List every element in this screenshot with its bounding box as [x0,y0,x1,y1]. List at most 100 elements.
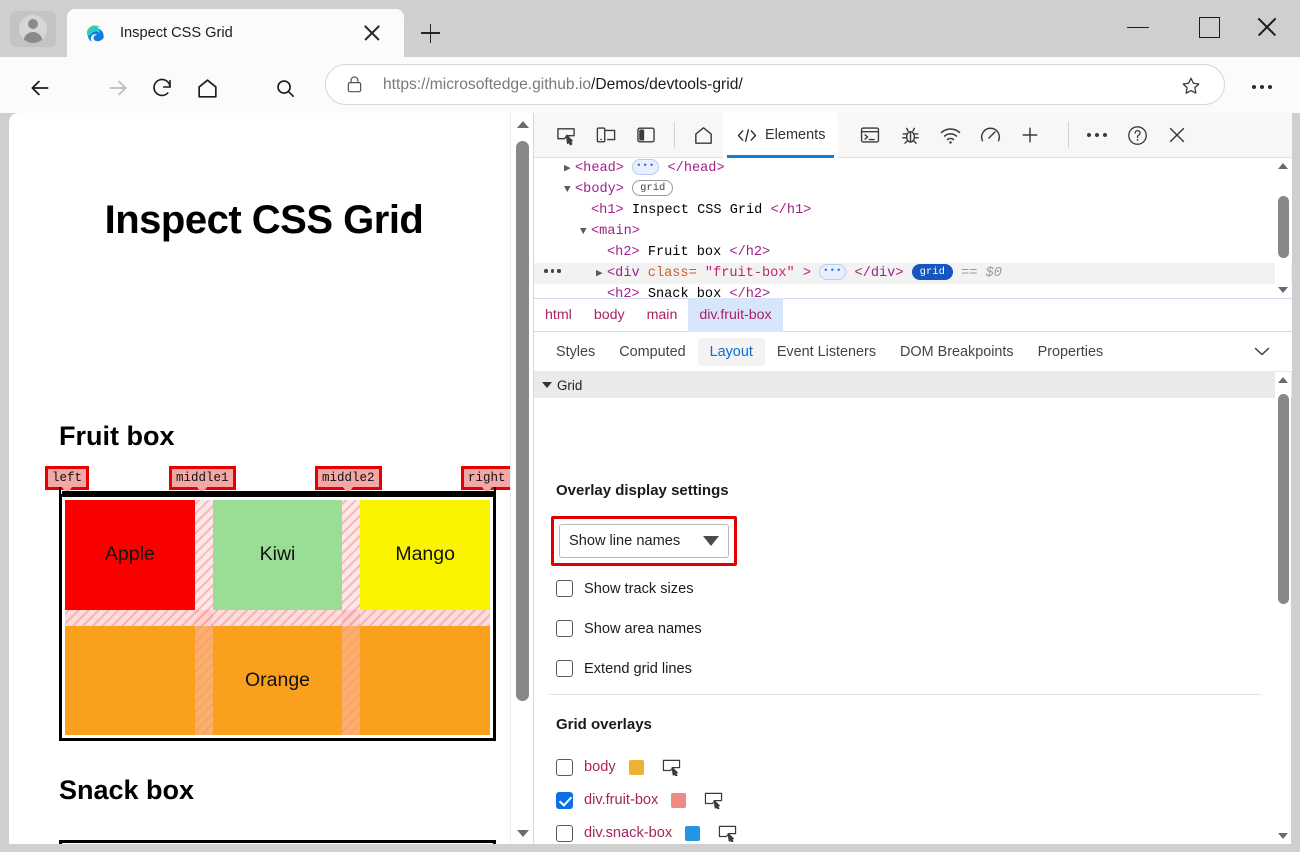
grid-column-gap [194,500,213,735]
overlay-row-snack-box[interactable]: div.snack-box [556,824,738,842]
dom-tree[interactable]: ▶ <head> ••• </head> ▼ <body> grid <h1> In… [534,158,1292,298]
triangle-down-icon[interactable]: ▼ [564,180,575,201]
breadcrumb-item-div-fruit-box[interactable]: div.fruit-box [688,298,783,332]
window-maximize-button[interactable] [1185,11,1231,43]
chevron-down-icon[interactable] [1252,344,1272,358]
color-swatch[interactable] [671,792,687,808]
fruit-box-tracks: Apple Kiwi Mango Orange [65,500,490,735]
tab-layout[interactable]: Layout [697,337,765,366]
scroll-down-icon[interactable] [511,822,534,844]
grid-section-header[interactable]: Grid [534,372,1292,398]
reload-icon[interactable] [140,66,184,110]
help-icon[interactable] [1117,115,1157,155]
scroll-up-icon[interactable] [511,113,534,135]
expand-children-icon[interactable]: ••• [819,264,847,281]
grid-line-label-right: right [461,466,513,494]
checkbox-box[interactable] [556,580,573,597]
dom-tag: <main> [591,224,640,239]
ellipsis-icon[interactable] [1245,72,1279,102]
overlay-row-fruit-box[interactable]: div.fruit-box [556,791,724,809]
window-minimize-button[interactable] [1115,11,1161,43]
tab-dom-breakpoints[interactable]: DOM Breakpoints [888,338,1026,366]
new-tab-button[interactable] [413,18,447,48]
dom-tree-row[interactable]: <h2> Fruit box </h2> [534,242,1292,263]
triangle-right-icon[interactable]: ▶ [596,264,607,285]
dom-tree-row[interactable]: ▶ <head> ••• </head> [534,158,1292,179]
grid-line-label-text: middle1 [172,469,233,487]
tab-event-listeners[interactable]: Event Listeners [765,338,888,366]
tab-computed[interactable]: Computed [607,338,697,366]
dom-tree-row[interactable]: <h2> Snack box </h2> [534,284,1292,298]
scroll-up-icon[interactable] [1275,158,1291,174]
debugger-icon[interactable] [890,115,930,155]
breadcrumb-item-main[interactable]: main [636,298,689,332]
triangle-right-icon[interactable]: ▶ [564,159,575,180]
tab-styles[interactable]: Styles [544,338,607,366]
dom-tree-row[interactable]: ▼ <body> grid [534,179,1292,200]
grid-badge[interactable]: grid [632,180,674,197]
inspect-element-icon[interactable] [546,115,586,155]
add-tool-icon[interactable] [1010,115,1050,155]
dom-tree-row[interactable]: ▼ <main> [534,221,1292,242]
dom-text: Inspect CSS Grid [631,203,763,218]
close-devtools-icon[interactable] [1157,115,1197,155]
dom-tree-row[interactable]: <h1> Inspect CSS Grid </h1> [534,200,1292,221]
inspect-element-icon[interactable] [717,824,738,842]
overlay-settings-title: Overlay display settings [556,482,729,499]
tab-close-icon[interactable] [362,23,382,43]
home-icon[interactable] [185,66,229,110]
tab-elements[interactable]: Elements [723,112,839,158]
more-tools-icon[interactable] [1077,115,1117,155]
checkbox-extend-grid-lines[interactable]: Extend grid lines [556,660,692,677]
scroll-down-icon[interactable] [1275,828,1291,844]
inspect-element-icon[interactable] [703,791,724,809]
breadcrumb-item-body[interactable]: body [583,298,636,332]
breadcrumb[interactable]: html body main div.fruit-box [534,298,1292,332]
layout-panel-scrollbar[interactable] [1275,372,1291,844]
search-icon[interactable] [263,66,307,110]
color-swatch[interactable] [685,825,701,841]
back-icon[interactable] [18,66,62,110]
checkbox-box[interactable] [556,758,573,776]
dom-tree-scrollbar[interactable] [1275,158,1291,298]
triangle-down-icon[interactable]: ▼ [580,222,591,243]
dom-tag: </h2> [729,287,771,298]
inspect-element-icon[interactable] [661,758,682,776]
checkbox-label: Show area names [584,620,702,637]
home-icon[interactable] [683,115,723,155]
grid-badge-active[interactable]: grid [911,264,953,281]
address-bar[interactable]: https://microsoftedge.github.io/Demos/de… [325,64,1225,105]
profile-avatar-button[interactable] [10,11,56,47]
color-swatch[interactable] [628,759,644,775]
row-more-icon[interactable] [544,269,561,273]
breadcrumb-item-html[interactable]: html [534,298,583,332]
overlay-display-select[interactable]: Show line names [559,524,729,558]
browser-tab[interactable]: Inspect CSS Grid [67,9,404,57]
checkbox-box[interactable] [556,660,573,677]
window-close-button[interactable] [1244,11,1290,43]
dom-scrollbar-thumb[interactable] [1278,196,1289,258]
overlay-row-body[interactable]: body [556,758,682,776]
network-icon[interactable] [930,115,970,155]
tab-properties[interactable]: Properties [1026,338,1116,366]
checkbox-show-area-names[interactable]: Show area names [556,620,702,637]
console-icon[interactable] [850,115,890,155]
toggle-docking-icon[interactable] [626,115,666,155]
performance-icon[interactable] [970,115,1010,155]
page-scrollbar-thumb[interactable] [516,141,529,701]
checkbox-box[interactable] [556,620,573,637]
star-icon[interactable] [1180,75,1202,97]
scroll-up-icon[interactable] [1275,372,1291,388]
forward-icon[interactable] [96,66,140,110]
checkbox-box[interactable] [556,791,573,809]
dom-tree-row[interactable]: ▶ <div class= "fruit-box" > ••• </div> gr… [534,263,1292,284]
fruit-box-heading: Fruit box [59,421,175,451]
checkbox-show-track-sizes[interactable]: Show track sizes [556,580,694,597]
page-scrollbar[interactable] [510,113,533,844]
expand-children-icon[interactable]: ••• [632,159,660,176]
panel-scrollbar-thumb[interactable] [1278,394,1289,604]
device-emulation-icon[interactable] [586,115,626,155]
scroll-down-icon[interactable] [1275,282,1291,298]
sidebar-tabs[interactable]: Styles Computed Layout Event Listeners DOM B… [534,332,1292,372]
checkbox-box[interactable] [556,824,573,842]
